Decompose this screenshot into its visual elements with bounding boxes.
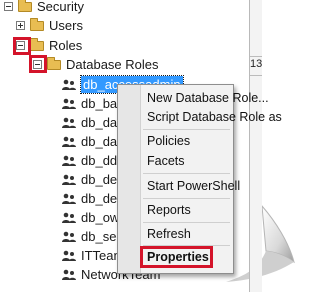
folder-icon bbox=[47, 56, 61, 70]
menu-separator bbox=[143, 173, 230, 174]
tree-node-label: db_de bbox=[81, 172, 118, 187]
folder-icon bbox=[18, 0, 32, 12]
tree-node-role[interactable]: db_de bbox=[62, 190, 117, 207]
tree-node-role[interactable]: db_ba bbox=[62, 95, 117, 112]
tree-node-label: Security bbox=[37, 0, 84, 14]
role-icon bbox=[62, 231, 76, 242]
tree-node-role[interactable]: ITTean bbox=[62, 247, 121, 264]
menu-item-reports[interactable]: Reports bbox=[147, 201, 191, 219]
menu-separator bbox=[143, 129, 230, 130]
tree-node-database-roles[interactable]: Database Roles bbox=[33, 56, 159, 73]
tree-node-label: Database Roles bbox=[66, 57, 159, 72]
role-icon bbox=[62, 250, 76, 261]
tree-node-users[interactable]: Users bbox=[16, 17, 83, 34]
menu-item-policies[interactable]: Policies bbox=[147, 132, 190, 150]
role-icon bbox=[62, 212, 76, 223]
tree-node-label: Roles bbox=[49, 38, 83, 53]
tree-node-role[interactable]: db_ow bbox=[62, 209, 119, 226]
tree-node-security[interactable]: Security bbox=[4, 0, 84, 15]
tree-node-label: db_da bbox=[81, 115, 118, 130]
menu-item-refresh[interactable]: Refresh bbox=[147, 225, 191, 243]
menu-icon-gutter bbox=[118, 85, 141, 273]
tree-node-label: db_ba bbox=[81, 96, 118, 111]
highlight-database-roles-expander bbox=[29, 55, 47, 73]
collapse-icon[interactable] bbox=[4, 2, 13, 11]
tree-node-role[interactable]: db_dd bbox=[62, 152, 117, 169]
role-icon bbox=[62, 98, 76, 109]
menu-separator bbox=[143, 222, 230, 223]
highlight-roles-expander bbox=[13, 37, 31, 55]
menu-item-script-database-role-as[interactable]: Script Database Role as bbox=[147, 108, 282, 126]
expand-icon[interactable] bbox=[16, 21, 25, 30]
tree-node-label: db_dd bbox=[81, 153, 118, 168]
screenshot-page: 13 Security Users Roles Database Roles d… bbox=[0, 0, 300, 292]
tree-node-role[interactable]: db_de bbox=[62, 171, 117, 188]
tree-node-label: Users bbox=[49, 18, 83, 33]
role-icon bbox=[62, 193, 76, 204]
menu-separator bbox=[143, 198, 230, 199]
menu-item-start-powershell[interactable]: Start PowerShell bbox=[147, 177, 240, 195]
folder-icon bbox=[30, 17, 44, 31]
tree-node-role[interactable]: db_sec bbox=[62, 228, 123, 245]
tree-node-label: db_da bbox=[81, 134, 118, 149]
role-icon bbox=[62, 155, 76, 166]
role-icon bbox=[62, 117, 76, 128]
role-icon bbox=[62, 79, 76, 90]
tree-node-label: db_de bbox=[81, 191, 118, 206]
tree-node-role[interactable]: db_da bbox=[62, 133, 117, 150]
tree-node-role[interactable]: db_da bbox=[62, 114, 117, 131]
tree-node-label: db_ow bbox=[81, 210, 120, 225]
folder-icon bbox=[30, 37, 44, 51]
role-icon bbox=[62, 174, 76, 185]
tree-node-label: ITTean bbox=[81, 248, 121, 263]
menu-item-facets[interactable]: Facets bbox=[147, 152, 185, 170]
role-icon bbox=[62, 269, 76, 280]
role-icon bbox=[62, 136, 76, 147]
highlight-properties-item bbox=[140, 246, 213, 268]
menu-item-new-database-role[interactable]: New Database Role... bbox=[147, 89, 269, 107]
